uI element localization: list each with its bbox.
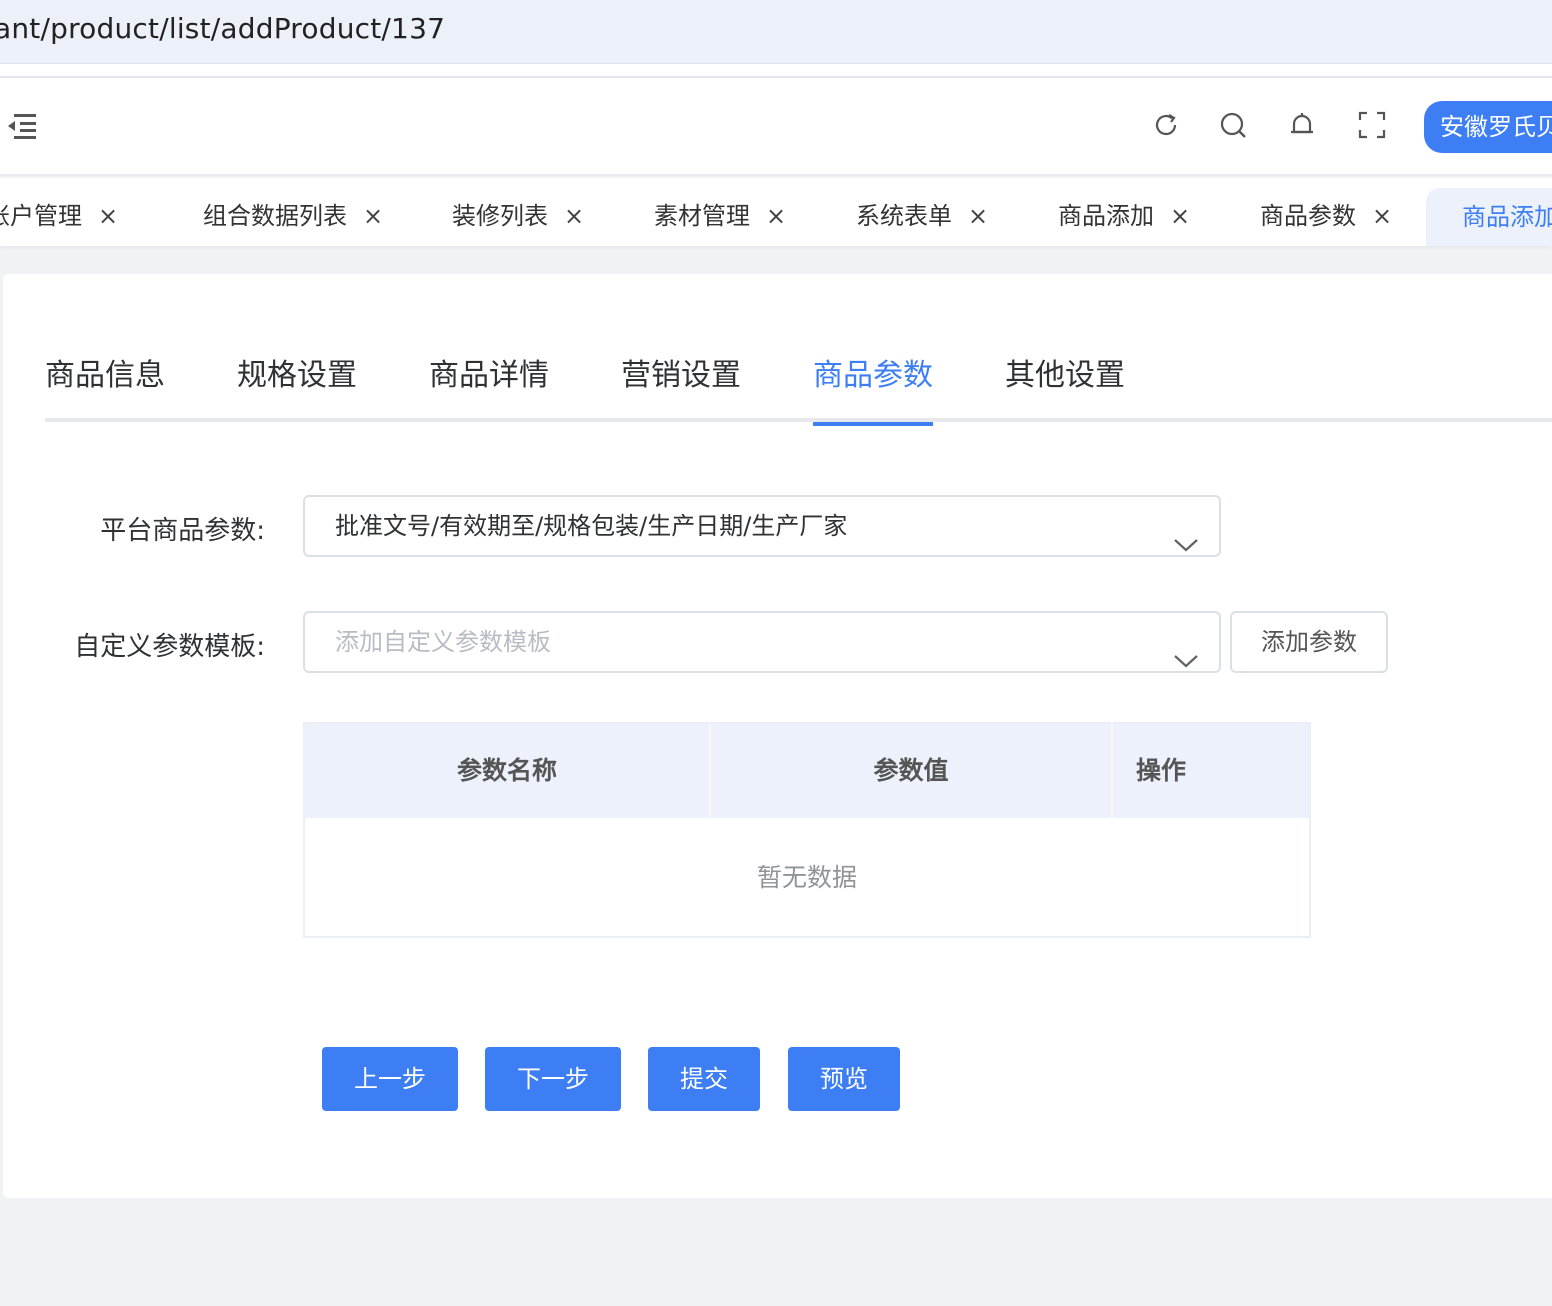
tab-product-info[interactable]: 商品信息	[45, 350, 165, 422]
close-icon[interactable]: ×	[766, 202, 786, 230]
divider	[0, 64, 1552, 78]
tag-product-params[interactable]: 商品参数 ×	[1260, 178, 1392, 246]
close-icon[interactable]: ×	[1372, 202, 1392, 230]
tag-combined-data-list[interactable]: 组合数据列表 ×	[203, 178, 383, 246]
browser-url-bar[interactable]: ant/product/list/addProduct/137	[0, 0, 1552, 64]
main-card: 商品信息 规格设置 商品详情 营销设置 商品参数 其他设置 平台商品参数: 批准…	[3, 274, 1552, 1198]
tag-system-form[interactable]: 系统表单 ×	[856, 178, 988, 246]
tab-other-settings[interactable]: 其他设置	[1005, 350, 1125, 422]
prev-step-button[interactable]: 上一步	[322, 1047, 458, 1111]
search-icon[interactable]	[1218, 110, 1248, 140]
col-param-value: 参数值	[711, 724, 1113, 818]
tab-product-details[interactable]: 商品详情	[429, 350, 549, 422]
tag-decoration-list[interactable]: 装修列表 ×	[452, 178, 584, 246]
close-icon[interactable]: ×	[1170, 202, 1190, 230]
app-header: 安徽罗氏贝	[0, 78, 1552, 176]
next-step-button[interactable]: 下一步	[485, 1047, 621, 1111]
bell-icon[interactable]	[1287, 110, 1317, 140]
url-text[interactable]: ant/product/list/addProduct/137	[0, 12, 445, 45]
tag-account-management[interactable]: 账户管理×	[0, 178, 118, 246]
close-icon[interactable]: ×	[98, 202, 118, 230]
chevron-down-icon	[1173, 633, 1199, 668]
user-name: 安徽罗氏贝	[1440, 113, 1552, 141]
custom-template-select[interactable]: 添加自定义参数模板	[303, 611, 1221, 673]
step-tabs: 商品信息 规格设置 商品详情 营销设置 商品参数 其他设置	[45, 324, 1552, 426]
platform-params-select[interactable]: 批准文号/有效期至/规格包装/生产日期/生产厂家	[303, 495, 1221, 557]
platform-params-label: 平台商品参数:	[100, 516, 265, 546]
close-icon[interactable]: ×	[968, 202, 988, 230]
custom-template-label: 自定义参数模板:	[74, 632, 265, 662]
table-header: 参数名称 参数值 操作	[305, 724, 1309, 818]
tag-product-add-active[interactable]: 商品添加	[1426, 188, 1552, 246]
tab-marketing-settings[interactable]: 营销设置	[621, 350, 741, 422]
submit-button[interactable]: 提交	[648, 1047, 760, 1111]
tab-spec-settings[interactable]: 规格设置	[237, 350, 357, 422]
tag-material-management[interactable]: 素材管理 ×	[654, 178, 786, 246]
close-icon[interactable]: ×	[363, 202, 383, 230]
tags-view: 账户管理× 组合数据列表× 装修列表× 素材管理× 系统表单× 商品添加× 商品…	[0, 178, 1552, 246]
add-param-button[interactable]: 添加参数	[1230, 611, 1388, 673]
tab-product-params[interactable]: 商品参数	[813, 350, 933, 426]
tag-product-add[interactable]: 商品添加 ×	[1058, 178, 1190, 246]
user-menu-button[interactable]: 安徽罗氏贝	[1424, 101, 1552, 153]
close-icon[interactable]: ×	[564, 202, 584, 230]
chevron-down-icon	[1173, 517, 1199, 552]
col-actions: 操作	[1135, 756, 1186, 785]
fullscreen-icon[interactable]	[1357, 110, 1387, 140]
platform-params-value: 批准文号/有效期至/规格包装/生产日期/生产厂家	[335, 512, 848, 540]
preview-button[interactable]: 预览	[788, 1047, 900, 1111]
params-table: 参数名称 参数值 操作 暂无数据	[303, 722, 1311, 938]
empty-state: 暂无数据	[756, 863, 857, 892]
refresh-icon[interactable]	[1151, 110, 1181, 140]
custom-template-placeholder: 添加自定义参数模板	[335, 628, 551, 656]
menu-fold-icon[interactable]	[6, 112, 38, 140]
col-param-name: 参数名称	[305, 724, 711, 818]
